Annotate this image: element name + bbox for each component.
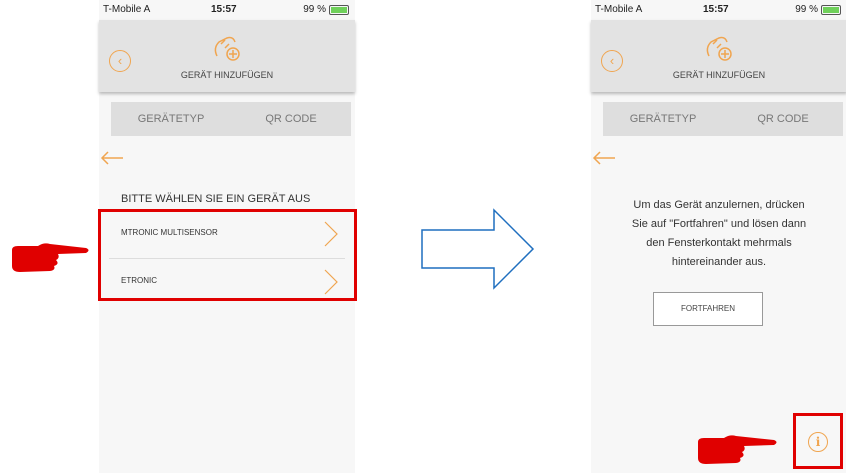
- back-circle-icon[interactable]: ‹: [109, 50, 131, 72]
- tab-qr-code[interactable]: QR CODE: [723, 102, 843, 136]
- back-arrow-icon[interactable]: [591, 150, 617, 166]
- tab-device-type[interactable]: GERÄTETYP: [111, 102, 231, 136]
- battery-percent: 99 %: [795, 4, 818, 15]
- page-title: GERÄT HINZUFÜGEN: [180, 70, 274, 80]
- highlight-box-device-list: [98, 209, 357, 301]
- clock: 15:57: [703, 4, 729, 15]
- back-circle-icon[interactable]: ‹: [601, 50, 623, 72]
- instruction-line: hintereinander aus.: [671, 256, 767, 268]
- back-arrow-icon[interactable]: [99, 150, 125, 166]
- instruction-line: Sie auf "Fortfahren" und lösen dann: [631, 218, 807, 230]
- app-header: ‹ GERÄT HINZUFÜGEN: [99, 20, 355, 92]
- highlight-box-info: [793, 413, 843, 469]
- app-header: ‹ GERÄT HINZUFÜGEN: [591, 20, 846, 92]
- tab-bar: GERÄTETYP QR CODE: [603, 102, 843, 136]
- instruction-line: Um das Gerät anzulernen, drücken: [633, 199, 805, 211]
- tab-bar: GERÄTETYP QR CODE: [111, 102, 351, 136]
- battery-status: 99 %: [303, 4, 349, 15]
- carrier-label: T-Mobile A: [103, 4, 151, 15]
- instruction-line: den Fensterkontakt mehrmals: [646, 237, 792, 249]
- continue-button[interactable]: FORTFAHREN: [653, 292, 763, 326]
- phone-screen-right: T-Mobile A 15:57 99 % ‹ GERÄT HINZUFÜGEN…: [591, 0, 846, 473]
- status-bar: T-Mobile A 15:57 99 %: [99, 0, 355, 20]
- arrow-right-icon: [421, 208, 535, 290]
- status-bar: T-Mobile A 15:57 99 %: [591, 0, 846, 20]
- battery-icon: [821, 4, 841, 15]
- battery-icon: [329, 4, 349, 15]
- add-device-icon: [214, 36, 240, 61]
- add-device-icon: [706, 36, 732, 61]
- carrier-label: T-Mobile A: [595, 4, 643, 15]
- device-select-title: BITTE WÄHLEN SIE EIN GERÄT AUS: [121, 193, 311, 205]
- tab-qr-code[interactable]: QR CODE: [231, 102, 351, 136]
- pairing-instructions: Um das Gerät anzulernen, drücken Sie auf…: [591, 196, 846, 272]
- battery-status: 99 %: [795, 4, 841, 15]
- page-title: GERÄT HINZUFÜGEN: [672, 70, 766, 80]
- pointing-hand-icon: [12, 243, 89, 272]
- tab-device-type[interactable]: GERÄTETYP: [603, 102, 723, 136]
- pointing-hand-icon: [698, 435, 777, 464]
- clock: 15:57: [211, 4, 237, 15]
- battery-percent: 99 %: [303, 4, 326, 15]
